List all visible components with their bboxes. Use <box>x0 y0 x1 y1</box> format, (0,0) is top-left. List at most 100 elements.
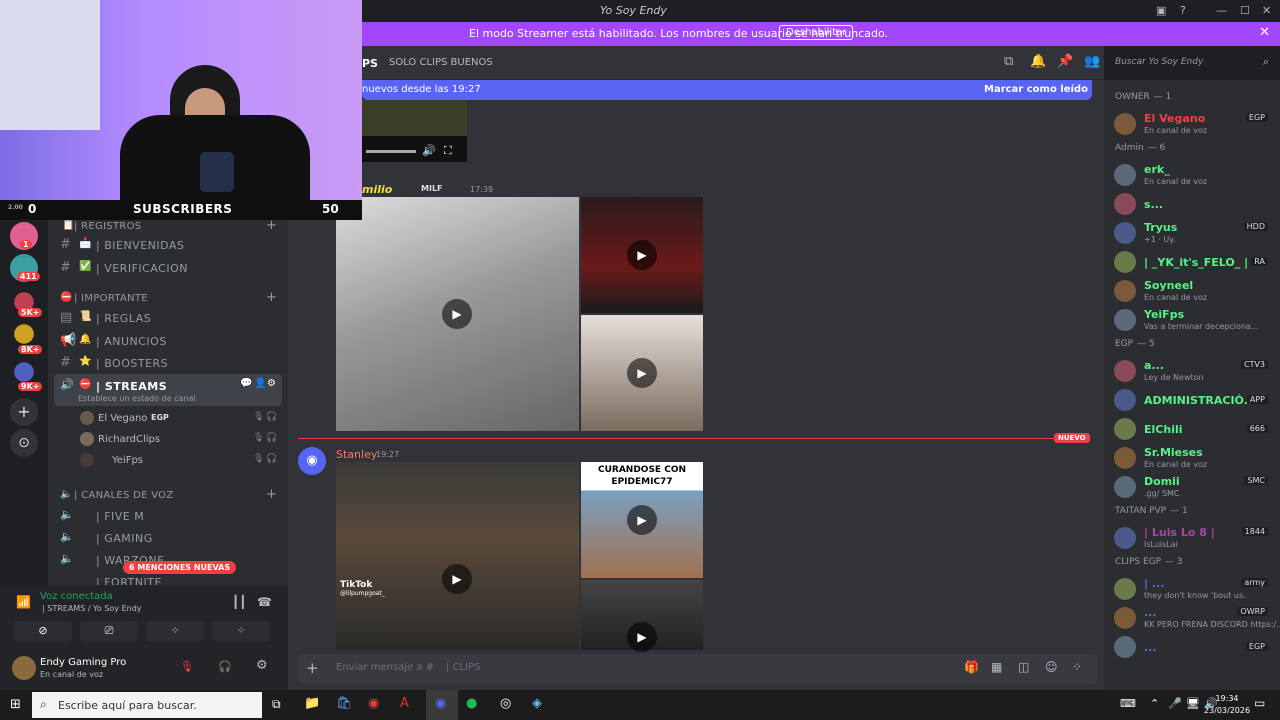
member-row[interactable]: ADMINISTRACIÓ... APP <box>1110 386 1276 414</box>
task-view-icon[interactable]: ⧉ <box>272 697 281 712</box>
avatar[interactable] <box>1114 527 1136 549</box>
avatar[interactable] <box>80 453 94 467</box>
emoji-icon[interactable]: ☺ <box>1045 660 1058 674</box>
member-name[interactable]: Tryus <box>1144 221 1177 234</box>
discord-taskbar-button[interactable]: ◉ <box>426 690 458 720</box>
avatar[interactable] <box>1114 418 1136 440</box>
member-name[interactable]: Domii <box>1144 475 1180 488</box>
user-name[interactable]: Endy Gaming Pro <box>40 657 126 668</box>
video-attachment[interactable]: ▶ <box>581 197 703 313</box>
windows-start-icon[interactable]: ⊞ <box>10 697 21 712</box>
server-folder-icon[interactable] <box>14 362 34 382</box>
avatar[interactable] <box>1114 280 1136 302</box>
member-row[interactable]: ... OWRP KK PERO FRENA DISCORD https:/... <box>1110 604 1280 632</box>
server-folder-icon[interactable] <box>14 324 34 344</box>
disable-streamer-button[interactable]: Deshabilitar <box>779 25 854 40</box>
tray-arrow-icon[interactable]: ⌃ <box>1150 697 1159 710</box>
category-registros[interactable]: | REGISTROS <box>74 221 141 232</box>
play-icon[interactable]: ▶ <box>442 564 472 594</box>
avatar[interactable] <box>1114 636 1136 658</box>
avatar[interactable] <box>1114 251 1136 273</box>
members-icon[interactable]: 👥 <box>1084 54 1100 69</box>
channel-five-m[interactable]: | FIVE M <box>96 510 144 523</box>
apps-icon[interactable]: ⁘ <box>1072 660 1082 674</box>
sticker-icon[interactable]: ◫ <box>1018 660 1029 674</box>
avatar[interactable] <box>1114 360 1136 382</box>
inbox-icon[interactable]: ▣ <box>1156 4 1166 17</box>
channel-reglas[interactable]: | REGLAS <box>96 312 151 325</box>
member-name[interactable]: Sr.Mieses <box>1144 446 1203 459</box>
avatar[interactable] <box>1114 309 1136 331</box>
member-row[interactable]: Domii SMC .gg/ SMC <box>1110 473 1276 501</box>
member-row[interactable]: ElChili 666 <box>1110 415 1276 443</box>
search-input[interactable]: Buscar Yo Soy Endy ⌕ <box>1110 53 1275 73</box>
member-name[interactable]: Soyneel <box>1144 279 1193 292</box>
network-icon[interactable]: 🖥 <box>1186 697 1200 710</box>
member-name[interactable]: s... <box>1144 198 1163 211</box>
member-row[interactable]: YeiFps Vas a terminar decepciona... <box>1110 306 1276 334</box>
app-icon[interactable]: ◎ <box>500 696 511 711</box>
mic-muted-icon[interactable]: 🎙 <box>180 660 194 673</box>
new-messages-bar[interactable]: nuevos desde las 19:27 Marcar como leído <box>362 80 1092 100</box>
minimize-button[interactable]: — <box>1216 4 1227 17</box>
channel-boosters[interactable]: | BOOSTERS <box>96 357 168 370</box>
video-attachment[interactable]: CURANDOSE CON EPIDEMIC77 ▶ <box>581 462 703 578</box>
add-server-icon[interactable]: + <box>10 398 38 426</box>
member-name[interactable]: ... <box>1144 641 1157 654</box>
file-explorer-icon[interactable]: 📁 <box>304 696 320 711</box>
video-attachment[interactable]: ▶ TikTok @lilpumpgoat_ <box>336 462 579 650</box>
channel-anuncios[interactable]: | ANUNCIOS <box>96 335 167 348</box>
member-name[interactable]: ADMINISTRACIÓ... <box>1144 394 1256 407</box>
add-attachment-icon[interactable]: + <box>306 659 319 677</box>
explore-icon[interactable]: ⊙ <box>10 429 38 457</box>
video-attachment[interactable]: ▶ <box>581 315 703 431</box>
message-input[interactable]: + Enviar mensaje a # | CLIPS 🎁 ▦ ◫ ☺ ⁘ <box>298 654 1098 684</box>
member-name[interactable]: | _YK_it's_FELO_ | <box>1144 256 1248 269</box>
member-name[interactable]: erk_ <box>1144 163 1170 176</box>
discord-avatar-icon[interactable]: ◉ <box>298 447 326 475</box>
avatar[interactable] <box>1114 193 1136 215</box>
avatar[interactable] <box>1114 389 1136 411</box>
keyboard-icon[interactable]: ⌨ <box>1120 697 1136 710</box>
store-icon[interactable]: 🛍 <box>336 696 353 711</box>
gif-icon[interactable]: ▦ <box>991 660 1002 674</box>
clock-date[interactable]: 23/03/2026 <box>1200 706 1254 715</box>
play-icon[interactable]: ▶ <box>627 505 657 535</box>
mark-read-button[interactable]: Marcar como leído <box>984 84 1088 95</box>
gear-icon[interactable]: ⚙ <box>267 378 276 389</box>
soundboard-button[interactable]: ✧ <box>212 621 270 641</box>
steam-icon[interactable]: ◈ <box>532 696 542 711</box>
member-row[interactable]: El Vegano EGP En canal de voz <box>1110 110 1276 138</box>
channel-status[interactable]: Establece un estado de canal <box>78 394 196 403</box>
add-channel-icon[interactable]: + <box>266 290 277 305</box>
channel-bienvenidas[interactable]: | BIENVENIDAS <box>96 239 184 252</box>
acrobat-icon[interactable]: A <box>400 696 409 711</box>
member-row[interactable]: Tryus HDD +1 · Uy. <box>1110 219 1276 247</box>
avatar[interactable] <box>80 432 94 446</box>
chrome-icon[interactable]: ◉ <box>368 696 379 711</box>
microphone-icon[interactable]: 🎤 <box>1168 697 1182 710</box>
avatar[interactable] <box>1114 222 1136 244</box>
member-row[interactable]: | _YK_it's_FELO_ | RA <box>1110 248 1276 276</box>
message-author[interactable]: Stanley <box>336 448 377 461</box>
member-name[interactable]: | ... <box>1144 577 1164 590</box>
mentions-pill[interactable]: 6 MENCIONES NUEVAS <box>123 561 237 574</box>
bell-icon[interactable]: 🔔 <box>1030 54 1046 69</box>
avatar[interactable] <box>1114 476 1136 498</box>
avatar[interactable] <box>12 656 36 680</box>
headset-muted-icon[interactable]: 🎧 <box>218 660 232 673</box>
member-row[interactable]: | ... army they don't know 'bout us. <box>1110 575 1276 603</box>
pin-icon[interactable]: 📌 <box>1057 54 1073 69</box>
channel-verificacion[interactable]: | VERIFICACION <box>96 262 188 275</box>
member-name[interactable]: ... <box>1144 606 1157 619</box>
video-attachment[interactable]: ▶ <box>581 580 703 652</box>
chat-icon[interactable]: 💬 <box>240 378 252 389</box>
member-name[interactable]: YeiFps <box>1144 308 1184 321</box>
member-name[interactable]: a... <box>1144 359 1164 372</box>
member-row[interactable]: a... CTV3 Ley de Newton <box>1110 357 1276 385</box>
activities-button[interactable]: ⁘ <box>146 621 204 641</box>
play-icon[interactable]: ▶ <box>442 299 472 329</box>
add-channel-icon[interactable]: + <box>266 487 277 502</box>
volume-icon[interactable]: 🔊 <box>422 144 436 157</box>
noise-suppression-icon[interactable]: ┃┃ <box>232 595 246 609</box>
